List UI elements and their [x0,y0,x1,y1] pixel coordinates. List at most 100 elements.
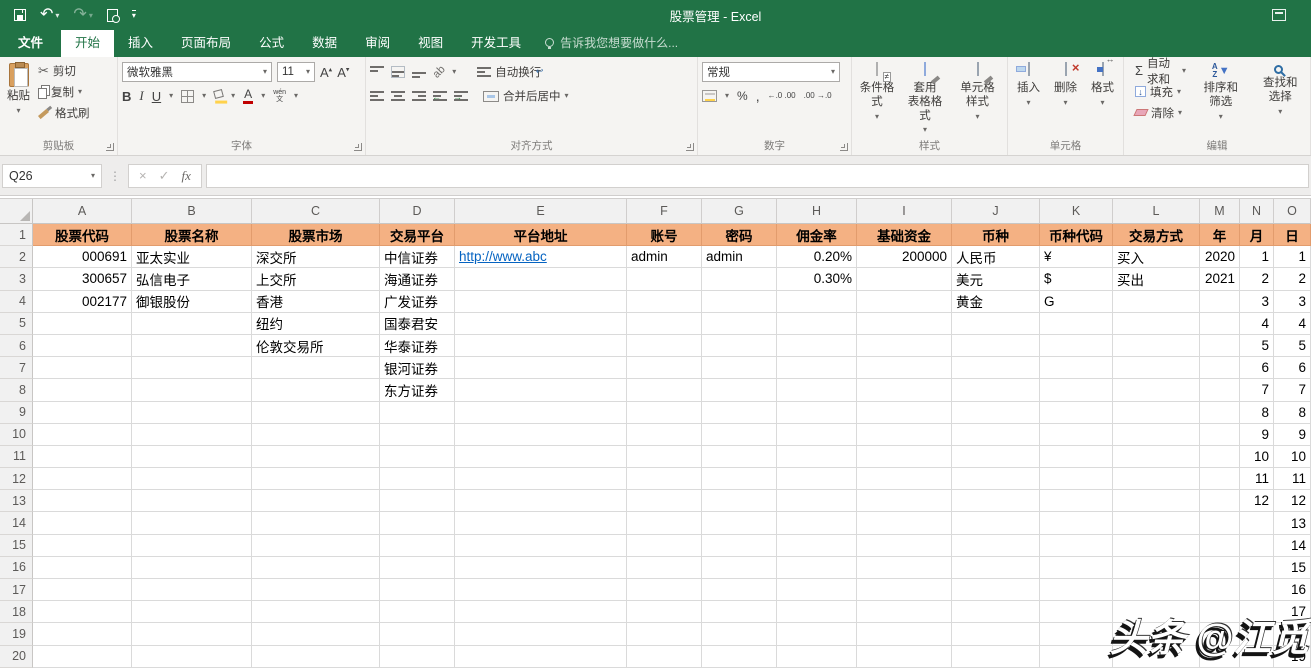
cell-L3[interactable]: 买出 [1113,268,1200,290]
cell-K11[interactable] [1040,446,1113,468]
cell-G20[interactable] [702,646,777,668]
row-header-13[interactable]: 13 [0,490,33,512]
cell-K1[interactable]: 币种代码 [1040,224,1113,246]
wrap-text-button[interactable]: ↩ 自动换行 [477,64,541,80]
clear-dropdown-icon[interactable]: ▾ [1178,109,1182,117]
cell-E7[interactable] [455,357,627,379]
cell-I13[interactable] [857,490,952,512]
cell-F10[interactable] [627,424,702,446]
cell-C7[interactable] [252,357,380,379]
merge-center-button[interactable]: 合并后居中 ▾ [483,88,569,104]
cell-B9[interactable] [132,402,252,424]
autosum-button[interactable]: Σ自动求和▾ [1132,60,1189,81]
cell-B1[interactable]: 股票名称 [132,224,252,246]
cell-C4[interactable]: 香港 [252,291,380,313]
cell-F18[interactable] [627,601,702,623]
formula-input[interactable] [206,164,1309,188]
cell-G17[interactable] [702,579,777,601]
column-header-E[interactable]: E [455,199,627,224]
cell-E10[interactable] [455,424,627,446]
cell-N12[interactable]: 11 [1240,468,1274,490]
cell-H20[interactable] [777,646,857,668]
fill-color-dropdown-icon[interactable]: ▾ [231,92,235,100]
cell-E17[interactable] [455,579,627,601]
cell-E19[interactable] [455,623,627,645]
paste-dropdown-arrow-icon[interactable]: ▾ [16,107,20,115]
cell-F6[interactable] [627,335,702,357]
cell-A2[interactable]: 000691 [33,246,132,268]
cell-A11[interactable] [33,446,132,468]
cell-O18[interactable]: 17 [1274,601,1311,623]
cell-A13[interactable] [33,490,132,512]
cell-N9[interactable]: 8 [1240,402,1274,424]
cell-L6[interactable] [1113,335,1200,357]
cell-G16[interactable] [702,557,777,579]
cell-E14[interactable] [455,512,627,534]
cell-C10[interactable] [252,424,380,446]
cell-O7[interactable]: 6 [1274,357,1311,379]
autosum-dropdown-icon[interactable]: ▾ [1182,67,1186,75]
cell-O3[interactable]: 2 [1274,268,1311,290]
cell-O20[interactable]: 19 [1274,646,1311,668]
row-header-17[interactable]: 17 [0,579,33,601]
cell-L9[interactable] [1113,402,1200,424]
cell-N16[interactable] [1240,557,1274,579]
cell-L15[interactable] [1113,535,1200,557]
cell-J19[interactable] [952,623,1040,645]
row-header-4[interactable]: 4 [0,291,33,313]
cell-C18[interactable] [252,601,380,623]
copy-button[interactable]: 复制▾ [35,81,93,102]
cell-I2[interactable]: 200000 [857,246,952,268]
cell-O2[interactable]: 1 [1274,246,1311,268]
cell-H7[interactable] [777,357,857,379]
underline-button[interactable]: U [152,89,161,104]
cell-E8[interactable] [455,379,627,401]
cell-D14[interactable] [380,512,455,534]
cell-B17[interactable] [132,579,252,601]
cell-M8[interactable] [1200,379,1240,401]
cell-I10[interactable] [857,424,952,446]
cell-A5[interactable] [33,313,132,335]
save-button[interactable] [14,9,26,21]
cell-I14[interactable] [857,512,952,534]
cell-J6[interactable] [952,335,1040,357]
row-header-16[interactable]: 16 [0,557,33,579]
cell-D16[interactable] [380,557,455,579]
cell-D5[interactable]: 国泰君安 [380,313,455,335]
cell-D4[interactable]: 广发证券 [380,291,455,313]
cell-C15[interactable] [252,535,380,557]
column-header-O[interactable]: O [1274,199,1311,224]
phonetic-dropdown-icon[interactable]: ▾ [294,92,298,100]
cell-B14[interactable] [132,512,252,534]
cell-E3[interactable] [455,268,627,290]
cell-C16[interactable] [252,557,380,579]
cell-A12[interactable] [33,468,132,490]
cell-L14[interactable] [1113,512,1200,534]
cell-E11[interactable] [455,446,627,468]
cell-M7[interactable] [1200,357,1240,379]
cell-G2[interactable]: admin [702,246,777,268]
row-header-6[interactable]: 6 [0,335,33,357]
cell-K3[interactable]: $ [1040,268,1113,290]
cell-K2[interactable]: ¥ [1040,246,1113,268]
cell-N1[interactable]: 月 [1240,224,1274,246]
cell-B8[interactable] [132,379,252,401]
cell-N5[interactable]: 4 [1240,313,1274,335]
cell-M4[interactable] [1200,291,1240,313]
cell-N13[interactable]: 12 [1240,490,1274,512]
cell-J7[interactable] [952,357,1040,379]
row-header-19[interactable]: 19 [0,623,33,645]
tab-home[interactable]: 开始 [61,27,114,57]
cell-A4[interactable]: 002177 [33,291,132,313]
percent-style-button[interactable]: % [737,89,748,103]
cell-I11[interactable] [857,446,952,468]
cell-H2[interactable]: 0.20% [777,246,857,268]
align-center-icon[interactable] [391,90,405,102]
cell-I4[interactable] [857,291,952,313]
cell-L1[interactable]: 交易方式 [1113,224,1200,246]
fill-color-icon[interactable] [213,89,224,99]
select-all-button[interactable] [0,199,33,224]
cell-B19[interactable] [132,623,252,645]
cell-B7[interactable] [132,357,252,379]
alignment-dialog-launcher[interactable] [686,143,694,151]
